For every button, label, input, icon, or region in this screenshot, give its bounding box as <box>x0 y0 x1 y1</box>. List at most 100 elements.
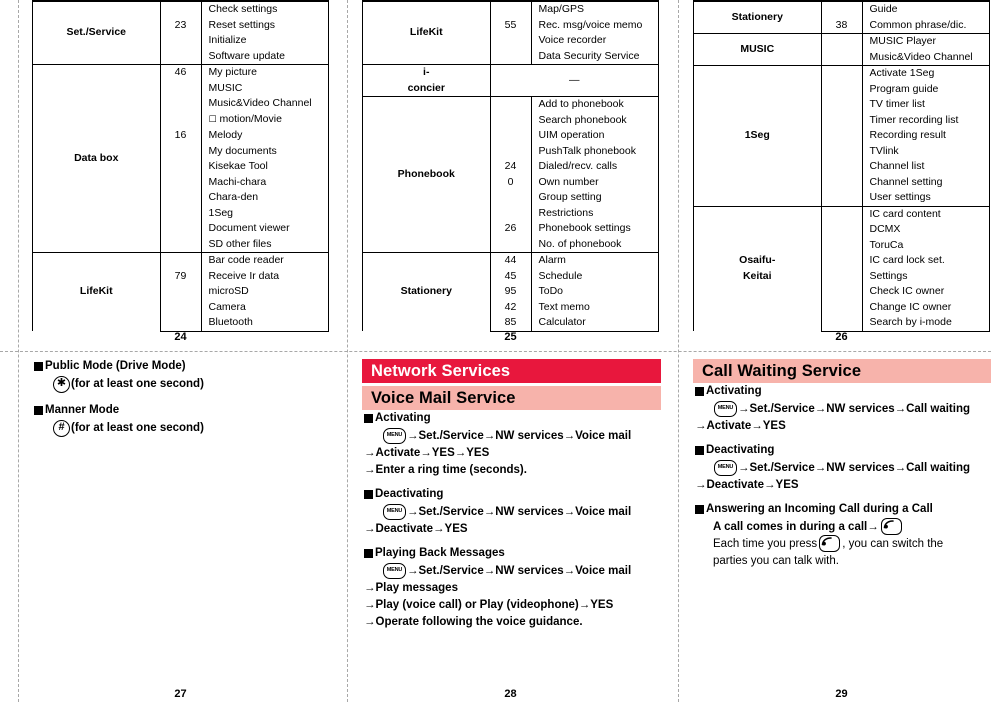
menu-item-label: TV timer list <box>869 98 925 110</box>
menu-item-label: My picture <box>201 64 329 81</box>
menu-item-label: Group setting <box>538 191 602 203</box>
call-key-icon <box>819 535 841 552</box>
step-text: →Deactivate→YES <box>364 523 468 535</box>
menu-category: Phonebook <box>362 96 491 253</box>
section-heading: Deactivating <box>695 442 991 459</box>
menu-category: Data box <box>32 64 161 253</box>
step-text: →Play messages <box>364 582 458 594</box>
section-title: Activating <box>706 385 762 397</box>
section-heading: Activating <box>695 383 991 400</box>
step-line: MENU →Set./Service→NW services→Voice mail <box>364 427 664 445</box>
menu-key-icon: MENU <box>383 503 406 520</box>
section-title: Activating <box>375 412 431 424</box>
menu-key-icon: MENU <box>714 400 737 417</box>
network-services-heading: Network Services <box>362 359 661 383</box>
menu-item-label: Channel setting <box>869 175 943 188</box>
menu-item-label: Reset settings <box>208 18 276 31</box>
menu-table: LifeKit Map/GPS 55 Rec. msg/voice memo Voice… <box>362 0 659 332</box>
bullet-square-icon <box>364 490 373 499</box>
menu-page-ref <box>160 143 202 159</box>
menu-page-ref <box>821 112 863 128</box>
menu-item-label: ☐ motion/Movie <box>208 112 282 125</box>
menu-page-ref <box>160 221 202 237</box>
menu-table: Stationery Guide 38 Common phrase/dic. MUSIC… <box>693 0 990 332</box>
menu-page-ref <box>160 190 202 206</box>
menu-table-page-26: Stationery Guide 38 Common phrase/dic. MUSIC… <box>693 0 990 332</box>
menu-page-ref: 23 <box>160 17 202 33</box>
bullet-square-icon <box>364 414 373 423</box>
menu-item-label: Search phonebook <box>538 113 627 126</box>
section-title: Playing Back Messages <box>375 547 505 559</box>
step-text: →Activate→YES→YES <box>364 447 490 459</box>
table-row: Stationery 44 Alarm <box>362 252 659 331</box>
menu-item-label: My documents <box>208 144 277 157</box>
menu-item-label: Schedule <box>538 269 583 282</box>
menu-page-ref <box>821 81 863 97</box>
call-waiting-steps: Activating MENU →Set./Service→NW services→… <box>695 383 991 570</box>
menu-page-ref <box>821 33 863 50</box>
menu-page-ref <box>821 97 863 113</box>
step-line: →Deactivate→YES <box>364 521 664 538</box>
voice-mail-steps: Activating MENU →Set./Service→NW services→… <box>364 410 664 638</box>
menu-item-label: IC card lock set. <box>869 254 945 266</box>
menu-page-ref: 38 <box>821 17 863 34</box>
step-text: →Enter a ring time (seconds). <box>364 464 527 476</box>
menu-page-ref: 85 <box>490 315 532 332</box>
menu-item-label: Voice recorder <box>538 34 607 46</box>
menu-item-label: Initialize <box>208 34 247 46</box>
page-number-29: 29 <box>835 688 848 700</box>
menu-item-label: 1Seg <box>208 206 234 219</box>
note-text-3: parties you can talk with. <box>713 555 839 567</box>
menu-item-label: TVlink <box>869 144 899 157</box>
step-line: MENU →Set./Service→NW services→Voice mail <box>364 503 664 521</box>
menu-page-ref <box>160 299 202 315</box>
menu-category: LifeKit <box>362 0 491 65</box>
menu-page-ref <box>821 143 863 159</box>
menu-page-ref <box>160 252 202 269</box>
menu-page-ref: 44 <box>490 252 532 269</box>
step-line: MENU →Set./Service→NW services→Call waiti… <box>695 400 991 418</box>
menu-key-icon: MENU <box>714 459 737 476</box>
key-note: (for at least one second) <box>71 378 204 390</box>
table-row: Set./Service Check settings <box>32 0 329 65</box>
menu-item-label: No. of phonebook <box>538 237 622 250</box>
menu-page-ref <box>821 159 863 175</box>
menu-page-ref <box>160 96 202 112</box>
table-row: LifeKit Bar code reader <box>32 252 329 331</box>
section-title: Public Mode (Drive Mode) <box>45 360 186 372</box>
menu-item-label: DCMX <box>869 223 901 235</box>
section-heading: Playing Back Messages <box>364 545 664 562</box>
menu-item-label: Text memo <box>538 300 590 313</box>
menu-item-label: ToDo <box>538 285 564 297</box>
step-line: →Activate→YES→YES <box>364 445 664 462</box>
menu-page-ref <box>490 33 532 49</box>
menu-page-ref <box>490 112 532 128</box>
step-list: MENU →Set./Service→NW services→Call waiti… <box>695 459 991 494</box>
menu-item-label: Guide <box>862 0 990 18</box>
key-step: # (for at least one second) <box>34 420 334 437</box>
menu-category: MUSIC <box>693 33 822 66</box>
menu-category: Stationery <box>693 0 822 34</box>
step-text: →Set./Service→NW services→Voice mail <box>407 506 632 518</box>
menu-item-label: Rec. msg/voice memo <box>538 18 643 31</box>
menu-page-ref <box>821 128 863 144</box>
step-text: →Deactivate→YES <box>695 479 799 491</box>
menu-item-label: IC card content <box>862 205 990 222</box>
section-heading: Manner Mode <box>34 402 334 419</box>
menu-item-label: Data Security Service <box>538 49 640 62</box>
menu-page-ref <box>160 0 202 18</box>
menu-page-ref <box>160 236 202 253</box>
menu-item-label: Settings <box>869 269 908 282</box>
menu-page-ref <box>821 49 863 66</box>
menu-item-label: PushTalk phonebook <box>538 144 637 157</box>
menu-key-icon: MENU <box>383 562 406 579</box>
menu-item-label: Change IC owner <box>869 300 952 313</box>
menu-page-ref: 46 <box>160 64 202 81</box>
menu-item-label: ToruCa <box>869 238 904 251</box>
menu-page-ref <box>490 48 532 65</box>
menu-page-ref <box>160 174 202 190</box>
page-number-28: 28 <box>504 688 517 700</box>
menu-page-ref <box>160 159 202 175</box>
menu-page-ref <box>490 143 532 159</box>
menu-page-ref <box>160 284 202 300</box>
